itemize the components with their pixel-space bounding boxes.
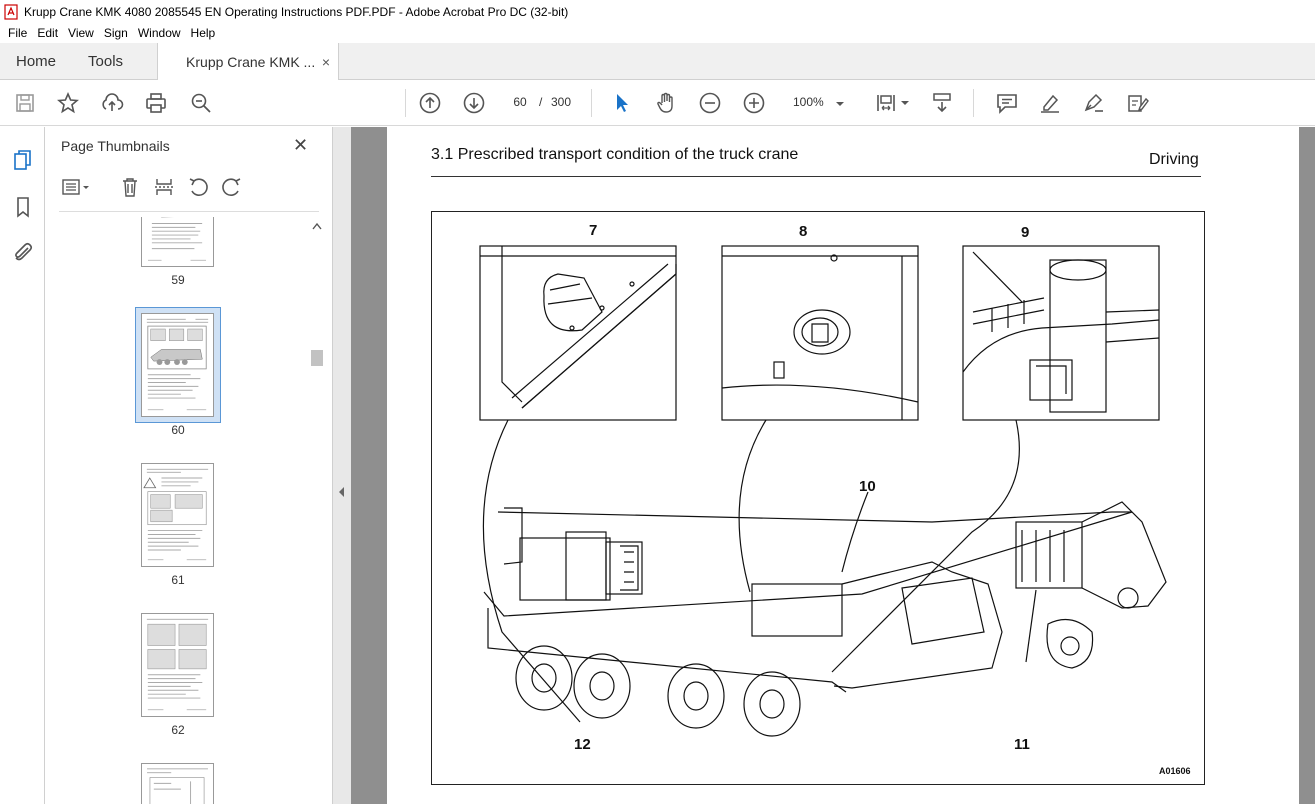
menu-sign[interactable]: Sign — [99, 26, 133, 40]
page-separator: / — [539, 95, 543, 109]
page-thumbnails-panel: Page Thumbnails ✕ 59 60 61 62 — [45, 127, 333, 804]
tab-tools[interactable]: Tools — [72, 43, 139, 79]
panel-title: Page Thumbnails — [61, 138, 170, 154]
panel-close-icon[interactable]: ✕ — [293, 135, 308, 156]
menu-help[interactable]: Help — [186, 26, 221, 40]
bookmark-star-icon[interactable] — [56, 91, 80, 115]
rotate-left-icon[interactable] — [187, 176, 209, 198]
thumbnail-page[interactable] — [141, 613, 214, 717]
thumbnail-options-icon[interactable] — [61, 176, 91, 198]
panel-divider — [59, 211, 319, 212]
header-rule — [431, 176, 1201, 177]
toolbar-separator — [591, 89, 592, 117]
delete-page-icon[interactable] — [119, 176, 141, 198]
comment-icon[interactable] — [995, 91, 1019, 115]
title-bar: Krupp Crane KMK 4080 2085545 EN Operatin… — [0, 0, 1315, 23]
tab-document[interactable]: Krupp Crane KMK ... × — [157, 43, 340, 81]
sign-icon[interactable] — [1082, 91, 1106, 115]
crane-figure: 7 8 9 10 11 12 — [431, 211, 1205, 785]
collapse-left-icon[interactable] — [337, 486, 347, 498]
callout-9: 9 — [1021, 224, 1030, 241]
window-title: Krupp Crane KMK 4080 2085545 EN Operatin… — [24, 4, 569, 19]
thumbnail-label: 60 — [171, 423, 185, 437]
acrobat-app-icon — [4, 3, 18, 20]
select-cursor-icon[interactable] — [610, 91, 634, 115]
panel-collapse-strip[interactable] — [333, 127, 351, 804]
thumbnail-label: 62 — [171, 723, 185, 737]
rotate-right-icon[interactable] — [221, 176, 243, 198]
save-icon[interactable] — [13, 91, 37, 115]
zoom-level-select[interactable]: 100% — [786, 90, 854, 114]
figure-id: A01606 — [1159, 766, 1191, 776]
thumbnail-scrollbar[interactable] — [309, 217, 323, 804]
tab-close-icon[interactable]: × — [322, 54, 330, 70]
panel-toolbar — [59, 173, 319, 203]
fit-page-icon[interactable] — [874, 91, 898, 115]
tab-bar: Home Tools Krupp Crane KMK ... × — [0, 43, 1315, 81]
menu-window[interactable]: Window — [133, 26, 186, 40]
callout-12: 12 — [574, 736, 591, 753]
fit-dropdown-icon[interactable] — [899, 91, 911, 115]
thumbnail-list: 59 60 61 62 — [45, 217, 320, 804]
callout-10: 10 — [859, 478, 876, 495]
page-total: 300 — [551, 95, 572, 109]
thumbnail-page[interactable] — [141, 463, 214, 567]
chapter-heading: Driving — [1149, 151, 1199, 168]
main-toolbar — [0, 80, 1315, 126]
document-tab-label: Krupp Crane KMK ... — [186, 54, 316, 70]
callout-7: 7 — [589, 222, 598, 239]
menu-view[interactable]: View — [63, 26, 99, 40]
highlight-icon[interactable] — [1038, 91, 1062, 115]
zoom-out-icon[interactable] — [698, 91, 722, 115]
toolbar-separator — [973, 89, 974, 117]
scroll-up-icon[interactable] — [311, 221, 323, 231]
thumbnail-page-selected[interactable] — [141, 313, 214, 417]
find-zoom-icon[interactable] — [189, 91, 213, 115]
thumbnail-page[interactable] — [141, 763, 214, 804]
thumbnail-page[interactable] — [141, 217, 214, 267]
document-viewport[interactable]: 3.1 Prescribed transport condition of th… — [351, 127, 1315, 804]
extract-page-icon[interactable] — [153, 176, 175, 198]
hand-icon[interactable] — [654, 91, 678, 115]
pdf-page: 3.1 Prescribed transport condition of th… — [387, 127, 1299, 804]
scrollbar-thumb[interactable] — [311, 350, 323, 366]
menu-file[interactable]: File — [3, 26, 32, 40]
page-thumbnails-icon[interactable] — [11, 148, 35, 172]
menu-edit[interactable]: Edit — [32, 26, 63, 40]
tab-home[interactable]: Home — [0, 43, 72, 79]
print-icon[interactable] — [144, 91, 168, 115]
attachments-icon[interactable] — [11, 240, 35, 264]
page-down-icon[interactable] — [462, 91, 486, 115]
callout-11: 11 — [1014, 736, 1030, 753]
zoom-in-icon[interactable] — [742, 91, 766, 115]
thumbnail-label: 59 — [171, 273, 185, 287]
menu-bar: File Edit View Sign Window Help — [0, 23, 1315, 43]
page-up-icon[interactable] — [418, 91, 442, 115]
thumbnail-label: 61 — [171, 573, 185, 587]
section-heading: 3.1 Prescribed transport condition of th… — [431, 146, 799, 163]
toolbar-separator — [405, 89, 406, 117]
left-nav-rail — [0, 127, 45, 804]
fill-sign-icon[interactable] — [1126, 91, 1150, 115]
upload-icon[interactable] — [100, 91, 124, 115]
callout-8: 8 — [799, 223, 808, 240]
crane-illustration — [479, 245, 1167, 737]
scroll-mode-icon[interactable] — [930, 91, 954, 115]
bookmarks-icon[interactable] — [11, 195, 35, 219]
page-number-input[interactable]: 60 — [503, 90, 537, 114]
